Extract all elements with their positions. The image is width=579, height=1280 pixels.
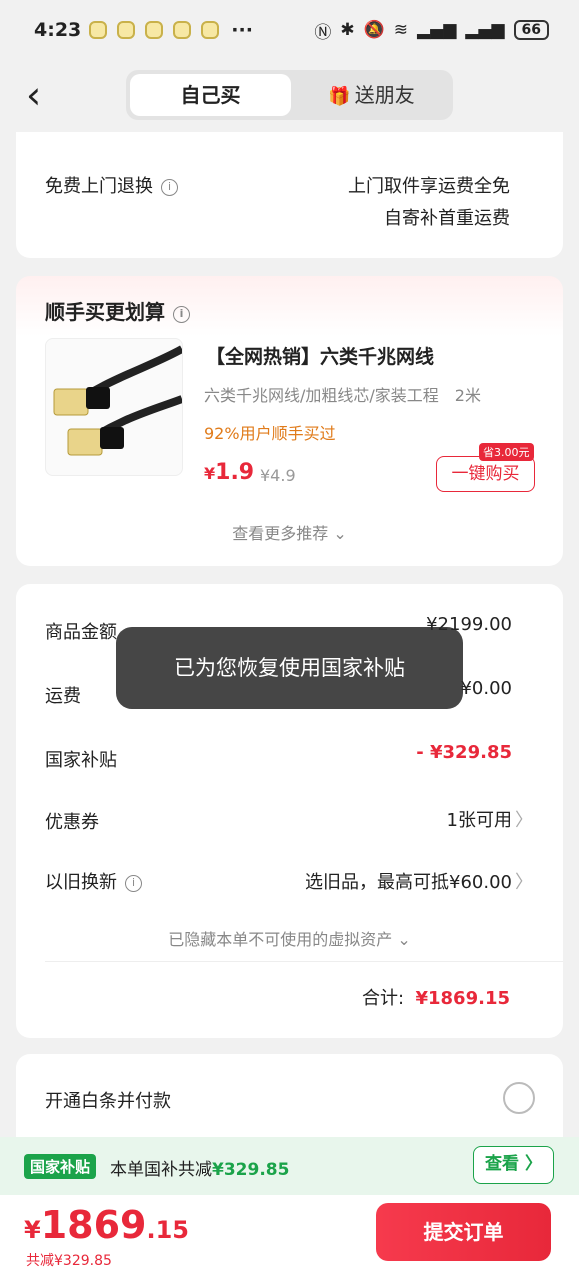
divider <box>45 961 563 962</box>
recommend-title: 顺手买更划算 i <box>45 296 190 325</box>
shipping-label: 运费 <box>45 686 81 707</box>
tradein-label: 以旧换新 <box>45 872 117 893</box>
system-icons: Ⓝ ✱ 🔕 ≋ ▂▄▆ ▂▄▆ 66 <box>314 18 549 43</box>
subsidy-bar: 国家补贴 本单国补共减¥329.85 查看 〉 <box>0 1137 579 1195</box>
one-click-buy-button[interactable]: 一键购买 <box>436 456 535 492</box>
product-buy-rate: 92%用户顺手买过 <box>204 424 336 443</box>
product-price: ¥1.9 <box>204 460 254 485</box>
notification-icon <box>145 21 164 39</box>
info-icon[interactable]: i <box>173 306 190 323</box>
notification-icon <box>89 21 108 39</box>
battery-icon: 66 <box>513 20 549 40</box>
return-line2: 自寄补首重运费 <box>384 208 510 229</box>
toast-message: 已为您恢复使用国家补贴 <box>116 627 463 709</box>
product-original-price: ¥4.9 <box>260 466 296 485</box>
product-spec: 六类千兆网线/加粗线芯/家装工程 2米 <box>204 386 481 405</box>
product-image[interactable] <box>45 338 183 476</box>
back-icon[interactable]: ‹ <box>26 76 41 114</box>
tab-gift-label: 送朋友 <box>354 83 415 107</box>
chevron-right-icon[interactable]: 〉 <box>515 806 533 832</box>
subsidy-label: 国家补贴 <box>45 750 117 771</box>
chevron-right-icon[interactable]: 〉 <box>515 868 533 894</box>
bluetooth-icon: ✱ <box>340 20 355 40</box>
view-subsidy-button[interactable]: 查看 〉 <box>473 1146 554 1184</box>
tradein-value[interactable]: 选旧品，最高可抵¥60.00 <box>305 868 512 894</box>
recommend-card: 顺手买更划算 i 【全网热销】六类千兆网线 六类千兆网线/加粗线芯/家装工程 2米… <box>16 276 563 566</box>
product-name[interactable]: 【全网热销】六类千兆网线 <box>206 342 434 369</box>
hidden-assets-toggle[interactable]: 已隐藏本单不可使用的虚拟资产 ⌄ <box>16 926 563 950</box>
baitiao-label: 开通白条并付款 <box>45 1091 171 1112</box>
price-value: 1.9 <box>215 460 255 485</box>
return-line1: 上门取件享运费全免 <box>348 176 510 197</box>
checkout-bar: ¥1869.15 共减¥329.85 提交订单 <box>0 1195 579 1280</box>
shipping-value: ¥0.00 <box>460 678 512 699</box>
nfc-icon: Ⓝ <box>314 22 332 43</box>
wifi-icon: ≋ <box>393 20 409 40</box>
notification-icon <box>173 21 192 39</box>
total-value: ¥1869.15 <box>415 988 510 1009</box>
subsidy-text: 本单国补共减¥329.85 <box>110 1160 290 1180</box>
coupon-value[interactable]: 1张可用 <box>447 806 512 832</box>
status-time: 4:23 <box>34 19 82 41</box>
total: 合计: ¥1869.15 <box>362 984 510 1010</box>
return-label: 免费上门退换 <box>45 176 153 197</box>
signal-icon: ▂▄▆ <box>417 20 457 40</box>
final-price: ¥1869.15 <box>24 1203 189 1247</box>
price-symbol: ¥ <box>204 464 216 483</box>
subsidy-amount: ¥329.85 <box>212 1160 290 1180</box>
gift-icon: 🎁 <box>328 86 351 107</box>
subsidy-tag: 国家补贴 <box>24 1154 97 1179</box>
tradein-row: 以旧换新 i <box>45 868 142 894</box>
return-row: 免费上门退换 i <box>45 172 178 198</box>
coupon-label: 优惠券 <box>45 812 99 833</box>
final-price-currency: ¥ <box>24 1216 41 1244</box>
status-bar: 4:23 ··· Ⓝ ✱ 🔕 ≋ ▂▄▆ ▂▄▆ 66 <box>0 0 579 60</box>
subsidy-value: - ¥329.85 <box>416 742 512 763</box>
signal-icon: ▂▄▆ <box>465 20 505 40</box>
final-price-dec: .15 <box>146 1216 189 1244</box>
more-recommend-link[interactable]: 查看更多推荐 ⌄ <box>16 520 563 544</box>
more-notifications: ··· <box>231 19 253 41</box>
header: ‹ 自己买 🎁 送朋友 <box>0 60 579 132</box>
purchase-mode-switch: 自己买 🎁 送朋友 <box>126 70 453 120</box>
tab-gift[interactable]: 🎁 送朋友 <box>294 74 449 116</box>
info-icon[interactable]: i <box>161 179 178 196</box>
mute-icon: 🔕 <box>363 20 385 40</box>
notification-icon <box>117 21 136 39</box>
final-price-int: 1869 <box>40 1203 147 1247</box>
notification-icon <box>201 21 220 39</box>
submit-order-button[interactable]: 提交订单 <box>376 1203 551 1261</box>
total-label: 合计: <box>361 988 405 1009</box>
tab-self[interactable]: 自己买 <box>130 74 291 116</box>
info-icon[interactable]: i <box>125 875 142 892</box>
return-policy-card: 免费上门退换 i 上门取件享运费全免 自寄补首重运费 <box>16 132 563 258</box>
baitiao-radio[interactable] <box>503 1082 535 1114</box>
goods-amount-label: 商品金额 <box>45 622 117 643</box>
total-saved: 共减¥329.85 <box>26 1253 112 1269</box>
save-badge: 省3.00元 <box>479 443 534 461</box>
